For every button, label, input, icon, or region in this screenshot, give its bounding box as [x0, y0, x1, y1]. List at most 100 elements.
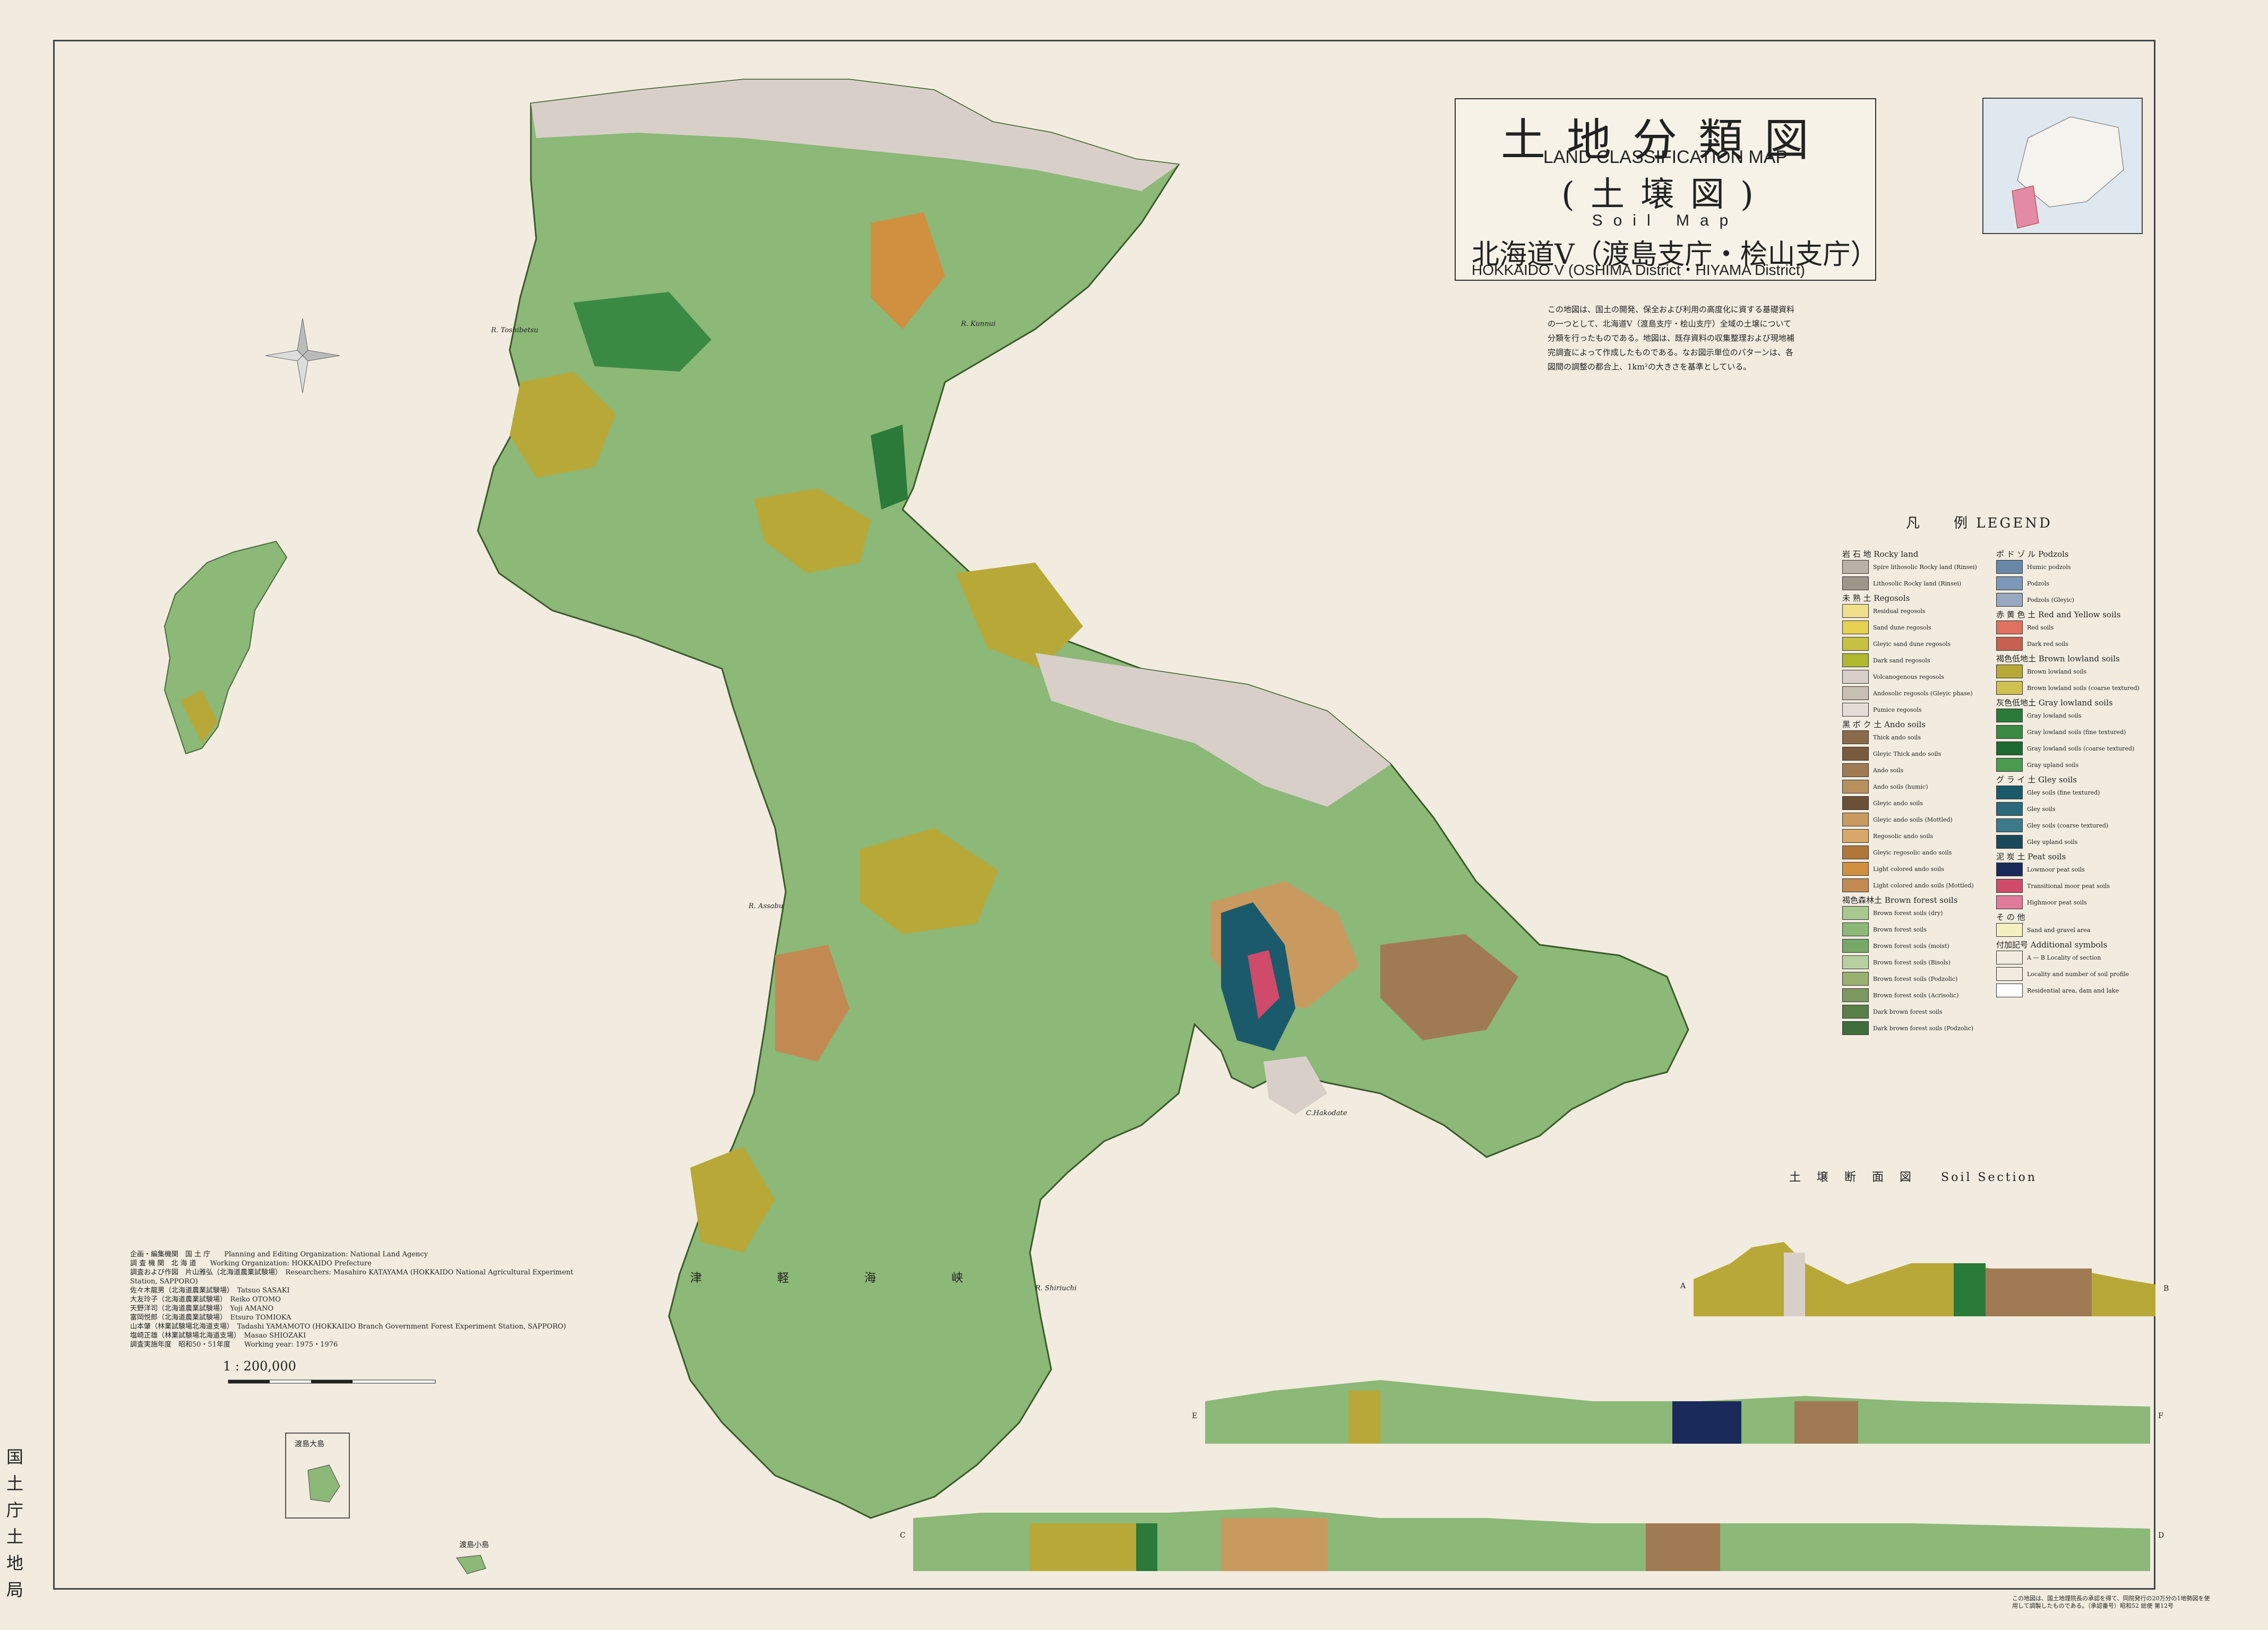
legend-swatch [1842, 703, 1869, 717]
legend-label: Gley soils (coarse textured) [2027, 822, 2109, 829]
legend-swatch [1996, 637, 2023, 651]
legend-swatch [1842, 939, 1869, 953]
legend-swatch [1996, 818, 2023, 832]
section-label-c: C [900, 1531, 906, 1540]
legend-item: Volcanogenous regosols [1842, 669, 1986, 684]
legend-swatch [1996, 967, 2023, 981]
scale-bar [228, 1379, 436, 1384]
legend-swatch [1842, 780, 1869, 794]
legend-item: Podzols [1996, 576, 2140, 591]
section-ef [1205, 1380, 2150, 1444]
legend-label: Dark brown forest soils (Podzolic) [1873, 1024, 1974, 1032]
agency-char: 土 [6, 1526, 24, 1547]
legend-item: Red soils [1996, 620, 2140, 635]
agency-label: 国土庁土地局 [6, 1444, 24, 1603]
credit-line: 調査および作図 片山雅弘（北海道農業試験場） Researchers: Masa… [130, 1269, 573, 1286]
label-oshima-kojima: 渡島小島 [459, 1541, 489, 1549]
legend-item: Lowmoor peat soils [1996, 862, 2140, 877]
legend-swatch [1842, 653, 1869, 667]
legend-label: Gley upland soils [2027, 838, 2078, 846]
legend-group-heading: 付加記号 Additional symbols [1996, 940, 2108, 950]
legend-group-heading: ポ ド ゾ ル Podzols [1996, 549, 2069, 559]
legend-item: Gleyic ando soils (Mottled) [1842, 812, 1986, 827]
legend-label: Dark sand regosols [1873, 657, 1930, 664]
legend-label: Residential area, dam and lake [2027, 987, 2119, 994]
legend-swatch [1842, 1021, 1869, 1035]
legend-swatch [1996, 576, 2023, 590]
legend-label: Dark red soils [2027, 640, 2069, 648]
legend-label: Gley soils [2027, 805, 2056, 813]
legend-label: Gley soils (fine textured) [2027, 789, 2100, 796]
legend-swatch [1842, 670, 1869, 684]
legend-swatch [1842, 560, 1869, 574]
legend-label: Podzols [2027, 580, 2050, 587]
legend-swatch [1842, 922, 1869, 936]
legend-swatch [1996, 758, 2023, 772]
legend-item: Gray lowland soils (fine textured) [1996, 725, 2140, 739]
compass-rose-icon [265, 318, 340, 393]
region-en: HOKKAIDO V (OSHIMA District・HIYAMA Distr… [1472, 262, 1805, 278]
legend-group-heading: 泥 炭 土 Peat soils [1996, 852, 2066, 861]
credit-line: 山本肇（林業試験場北海道支場） Tadashi YAMAMOTO (HOKKAI… [130, 1323, 566, 1331]
legend-item: Brown forest soils (Acrisolic) [1842, 988, 1986, 1003]
legend-label: Podzols (Gleyic) [2027, 596, 2074, 603]
legend-item: Gleyic Thick ando soils [1842, 746, 1986, 761]
legend-item: Gley soils (coarse textured) [1996, 818, 2140, 833]
scale-label: 1 : 200,000 [223, 1359, 296, 1374]
legend-swatch [1996, 725, 2023, 739]
legend-item: Thick ando soils [1842, 730, 1986, 745]
legend-swatch [1842, 972, 1869, 986]
agency-char: 国 [6, 1447, 24, 1467]
legend-label: Brown forest soils [1873, 926, 1927, 933]
credit-line: 富岡悦郎（北海道農業試験場） Etsuro TOMIOKA [130, 1314, 291, 1322]
legend-item: Dark brown forest soils (Podzolic) [1842, 1021, 1986, 1036]
legend-label: Ando soils [1873, 766, 1904, 774]
legend-label: Brown forest soils (dry) [1873, 909, 1943, 917]
section-label-e: E [1192, 1412, 1198, 1420]
legend-item: Brown forest soils (moist) [1842, 938, 1986, 953]
place-kunnui: R. Kunnui [961, 320, 996, 328]
legend-label: Gray lowland soils [2027, 712, 2082, 719]
legend-swatch [1996, 802, 2023, 816]
legend-item: Residual regosols [1842, 603, 1986, 618]
legend-swatch [1996, 951, 2023, 964]
credits: 企画・編集機関 国 土 庁 Planning and Editing Organ… [130, 1250, 603, 1349]
legend-column-1: 岩 石 地 Rocky land Spire lithosolic Rocky l… [1842, 547, 1986, 1037]
legend-label: Sand and gravel area [2027, 926, 2091, 934]
legend-group-heading: 赤 黄 色 土 Red and Yellow soils [1996, 610, 2121, 619]
legend-group-heading: 褐色森林土 Brown forest soils [1842, 895, 1958, 905]
legend-label: Brown lowland soils [2027, 668, 2087, 675]
legend-label: Light colored ando soils (Mottled) [1873, 882, 1974, 889]
subtitle-en: Soil Map [1592, 212, 1739, 229]
legend-group-heading: グ ラ イ 土 Gley soils [1996, 775, 2077, 784]
legend-label: Lithosolic Rocky land (Rinsei) [1873, 580, 1962, 587]
map-note: この地図は、国土の開発、保全および利用の高度化に資する基礎資料の一つとして、北海… [1548, 305, 1795, 372]
legend-label: Brown forest soils (Acrisolic) [1873, 991, 1959, 999]
legend-swatch [1996, 984, 2023, 997]
legend-swatch [1842, 796, 1869, 810]
legend-label: Gray lowland soils (fine textured) [2027, 728, 2126, 736]
legend-item: Gray upland soils [1996, 757, 2140, 772]
legend-swatch [1842, 813, 1869, 826]
sea-label-tsugaru: 津 軽 海 峡 [690, 1272, 995, 1285]
legend-swatch [1996, 923, 2023, 937]
legend-swatch [1996, 709, 2023, 722]
legend-swatch [1842, 763, 1869, 777]
legend-label: Brown forest soils (Bisols) [1873, 959, 1951, 966]
legend-swatch [1842, 576, 1869, 590]
legend-item: Brown lowland soils (coarse textured) [1996, 680, 2140, 695]
legend-item: Humic podzols [1996, 559, 2140, 574]
legend-title: 凡 例 LEGEND [1906, 515, 2052, 531]
legend-label: Regosolic ando soils [1873, 832, 1934, 840]
legend-item: Transitional moor peat soils [1996, 878, 2140, 893]
legend-item: Lithosolic Rocky land (Rinsei) [1842, 576, 1986, 591]
place-hakodate: C.Hakodate [1306, 1109, 1347, 1117]
legend-label: Andosolic regosols (Gleyic phase) [1873, 689, 1973, 697]
legend-swatch [1842, 1005, 1869, 1019]
legend-item: Brown forest soils (dry) [1842, 905, 1986, 920]
section-label-f: F [2158, 1412, 2163, 1420]
legend-swatch [1842, 878, 1869, 892]
okushiri-island [164, 540, 288, 755]
legend-item: Residential area, dam and lake [1996, 983, 2140, 998]
legend-swatch [1842, 747, 1869, 761]
